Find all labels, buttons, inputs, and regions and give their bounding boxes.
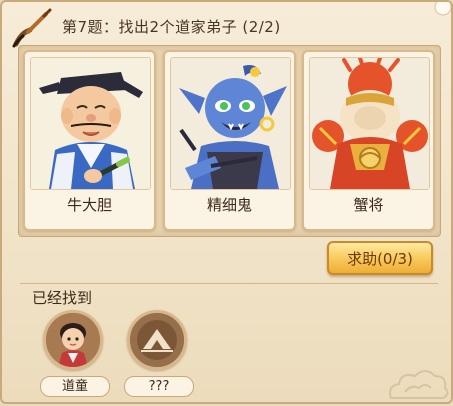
scholar-character-portrait <box>30 57 151 190</box>
candidate-name: 蟹将 <box>353 196 384 214</box>
found-slot-2[interactable]: ??? <box>124 310 196 406</box>
found-slot-name: 道童 <box>40 376 110 397</box>
help-button-label: 求助(0/3) <box>347 249 413 268</box>
found-section-title: 已经找到 <box>32 289 93 307</box>
section-divider <box>20 283 438 284</box>
blue-imp-character-portrait <box>170 57 291 190</box>
taoist-boy-avatar <box>43 310 103 370</box>
question-title: 第7题：找出2个道家弟子 (2/2) <box>62 18 281 36</box>
candidate-card-3[interactable]: 蟹将 <box>302 50 435 231</box>
corner-ornament-icon <box>434 2 451 16</box>
cloud-ornament-icon <box>389 370 449 399</box>
help-button[interactable]: 求助(0/3) <box>327 241 433 275</box>
crab-general-character-portrait <box>309 57 430 190</box>
brush-icon <box>12 8 52 48</box>
candidate-card-1[interactable]: 牛大胆 <box>23 50 156 231</box>
found-slot-name: ??? <box>124 376 194 397</box>
found-slot-1[interactable]: 道童 <box>40 310 112 406</box>
candidate-name: 牛大胆 <box>66 196 112 214</box>
quiz-panel: 第7题：找出2个道家弟子 (2/2) 牛大胆 精细鬼 蟹将 求助(0/3) 已经… <box>0 0 453 404</box>
unknown-mountain-icon <box>127 310 187 370</box>
candidate-card-2[interactable]: 精细鬼 <box>163 50 296 231</box>
candidate-name: 精细鬼 <box>206 196 252 214</box>
candidate-cards-area: 牛大胆 精细鬼 蟹将 <box>18 45 441 237</box>
